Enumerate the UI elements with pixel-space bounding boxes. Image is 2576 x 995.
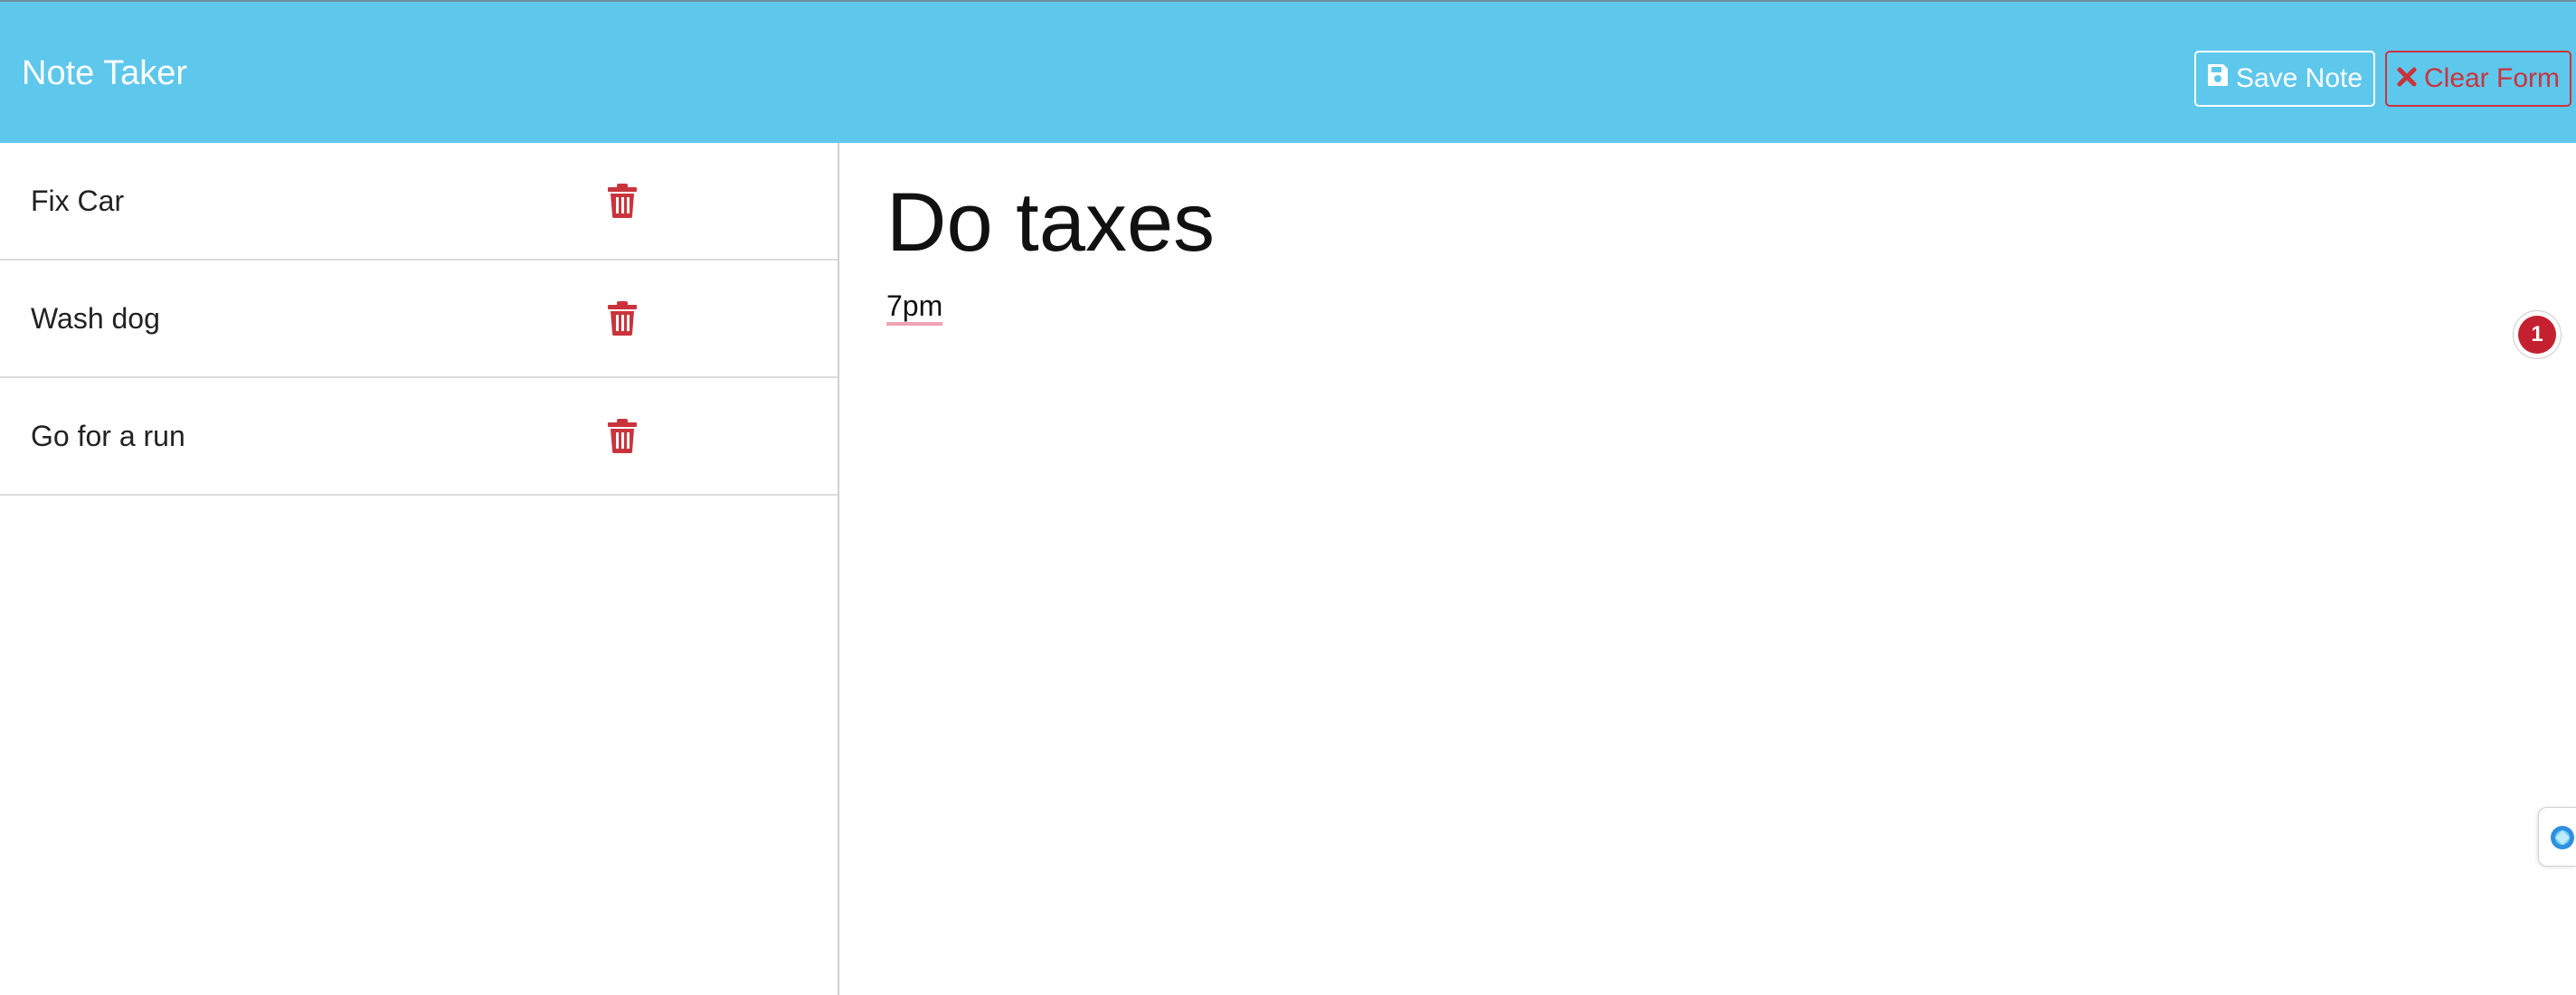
floppy-disk-icon [2207, 63, 2236, 94]
trash-icon[interactable] [607, 418, 638, 454]
x-icon [2397, 63, 2424, 94]
note-textarea[interactable]: 7pm [886, 288, 943, 326]
note-list-title[interactable]: Go for a run [31, 420, 185, 453]
notes-list: Fix Car Wash dog Go for a run [0, 143, 839, 995]
extension-tab[interactable] [2538, 807, 2576, 867]
clear-form-button[interactable]: Clear Form [2385, 51, 2571, 107]
note-editor: Do taxes 7pm [841, 143, 2576, 995]
notification-count: 1 [2518, 316, 2556, 354]
list-item[interactable]: Go for a run [0, 378, 838, 496]
navbar: Note Taker Save Note Clear Form [0, 0, 2576, 143]
list-item[interactable]: Fix Car [0, 143, 838, 261]
note-text-content: 7pm [886, 289, 943, 326]
list-item[interactable]: Wash dog [0, 261, 838, 378]
notification-badge[interactable]: 1 [2514, 311, 2561, 358]
note-list-title[interactable]: Fix Car [31, 185, 124, 218]
save-note-button[interactable]: Save Note [2194, 51, 2375, 107]
note-title-input[interactable]: Do taxes [886, 168, 2424, 277]
extension-icon [2539, 826, 2576, 866]
note-list-title[interactable]: Wash dog [31, 302, 160, 336]
brand-title[interactable]: Note Taker [22, 52, 187, 94]
save-note-label: Save Note [2235, 63, 2363, 93]
trash-icon[interactable] [607, 183, 638, 219]
trash-icon[interactable] [607, 300, 638, 336]
clear-form-label: Clear Form [2423, 63, 2560, 93]
